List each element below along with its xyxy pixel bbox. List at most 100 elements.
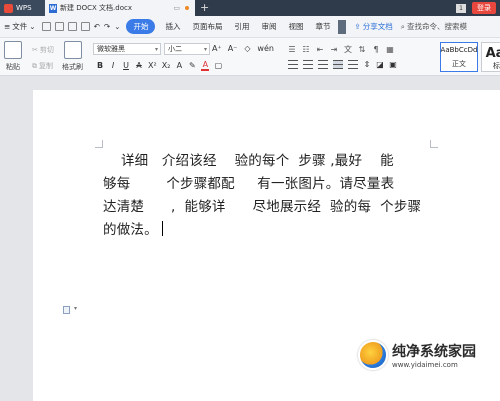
font-name-select[interactable]: 微软雅黑 ▾ — [93, 43, 161, 55]
align-center-icon[interactable] — [303, 60, 313, 69]
redo-icon[interactable]: ↷ — [104, 22, 110, 31]
shrink-font-icon[interactable]: A⁻ — [228, 44, 238, 53]
tab-start[interactable]: 开始 — [126, 19, 156, 34]
text-line: 够每 个步骤都配 有一张图片。请尽量表 — [103, 176, 395, 192]
tab-wps-home[interactable]: WPS — [0, 0, 45, 16]
quick-access-more-icon[interactable]: ⌄ — [114, 22, 120, 31]
strikethrough-button[interactable]: A — [135, 61, 143, 70]
underline-button[interactable]: U — [122, 61, 130, 70]
text-effect-button[interactable]: A — [175, 61, 183, 70]
style-normal[interactable]: AaBbCcDd 正文 — [440, 42, 478, 72]
paste-label: 粘贴 — [6, 63, 20, 71]
bold-button[interactable]: B — [96, 61, 104, 70]
new-tab-button[interactable]: + — [200, 1, 209, 14]
clear-format-icon[interactable]: ◇ — [243, 44, 251, 53]
chinese-layout-icon[interactable]: 文 — [344, 44, 352, 55]
undo-icon[interactable]: ↶ — [94, 22, 100, 31]
title-bar: WPS W 新建 DOCX 文档.docx ▭ + 1 登录 — [0, 0, 500, 16]
watermark-title: 纯净系统家园 — [392, 344, 476, 360]
border-icon[interactable]: ▣ — [389, 60, 397, 69]
copy-button[interactable]: ⧉ 复制 — [32, 61, 53, 71]
share-icon: ⇪ — [354, 22, 361, 31]
show-marks-icon[interactable]: ¶ — [372, 45, 380, 54]
font-name-value: 微软雅黑 — [97, 45, 125, 53]
pinyin-icon[interactable]: wén — [257, 44, 274, 53]
file-menu[interactable]: ≡ 文件 ⌄ — [0, 21, 40, 32]
login-button[interactable]: 登录 — [472, 2, 496, 14]
wps-logo-icon — [4, 3, 13, 13]
site-logo-icon — [358, 340, 388, 370]
align-right-icon[interactable] — [318, 60, 328, 69]
style-normal-sample: AaBbCcDd — [440, 46, 478, 54]
tab-chapter[interactable]: 章节 — [309, 21, 336, 32]
text-line: 详细 介绍该经 验的每个 步骤 ,最好 能 — [103, 153, 394, 169]
copy-icon: ⧉ — [32, 61, 37, 70]
export-pdf-icon[interactable] — [54, 22, 64, 31]
hamburger-icon: ≡ — [4, 22, 11, 31]
copy-label: 复制 — [39, 62, 53, 70]
menu-bar: ≡ 文件 ⌄ ↶ ↷ ⌄ 开始 插入 页面布局 引用 审阅 视图 章节 ⇪ 分享… — [0, 16, 500, 38]
subscript-button[interactable]: X₂ — [162, 61, 171, 70]
sort-icon[interactable]: ⇅ — [358, 45, 366, 54]
paragraph-menu-icon[interactable]: ▾ — [74, 305, 77, 312]
format-painter-button[interactable]: 格式刷 — [62, 41, 83, 72]
margin-corner-top-right — [430, 140, 438, 148]
text-line: 达清楚 , 能够详 尽地展示经 验的每 个步骤 — [103, 199, 422, 215]
char-border-icon[interactable]: ▢ — [214, 61, 223, 70]
tab-view[interactable]: 视图 — [282, 21, 309, 32]
share-document-button[interactable]: ⇪ 分享文档 — [354, 21, 392, 32]
paste-button[interactable]: 粘贴 — [4, 41, 22, 72]
share-label: 分享文档 — [362, 22, 393, 31]
tab-monitor-icon[interactable]: ▭ — [173, 4, 180, 12]
style-normal-label: 正文 — [452, 60, 466, 68]
bullet-list-icon[interactable]: ☰ — [288, 45, 296, 54]
tab-page-layout[interactable]: 页面布局 — [186, 21, 228, 32]
superscript-button[interactable]: X² — [148, 61, 157, 70]
text-line-last: 的做法。 — [103, 219, 438, 242]
search-icon: ⌕ — [400, 21, 405, 31]
command-search[interactable]: ⌕ 查找命令、搜索模 — [401, 21, 467, 32]
tab-document[interactable]: W 新建 DOCX 文档.docx ▭ — [45, 0, 195, 16]
tab-insert[interactable]: 插入 — [159, 21, 186, 32]
paste-icon — [4, 41, 22, 59]
justify-icon[interactable] — [333, 60, 343, 69]
tab-review[interactable]: 审阅 — [255, 21, 282, 32]
text-cursor — [161, 221, 163, 236]
format-painter-label: 格式刷 — [62, 63, 83, 71]
save-icon[interactable] — [41, 22, 51, 31]
line-spacing-icon[interactable]: ⇕ — [363, 60, 371, 69]
watermark-logo: 纯净系统家园 www.yidaimei.com — [358, 340, 476, 370]
more-tabs-button[interactable] — [338, 19, 347, 34]
print-preview-icon[interactable] — [80, 22, 90, 31]
watermark-url: www.yidaimei.com — [392, 361, 458, 369]
font-size-value: 小二 — [168, 45, 182, 53]
distributed-icon[interactable] — [348, 60, 358, 69]
numbered-list-icon[interactable]: ☷ — [302, 45, 310, 54]
format-painter-icon — [63, 41, 82, 59]
shading-icon[interactable]: ◪ — [376, 60, 384, 69]
font-size-select[interactable]: 小二 ▾ — [164, 43, 210, 55]
table-icon[interactable]: ▦ — [386, 45, 394, 54]
tab-document-label: 新建 DOCX 文档.docx — [60, 4, 132, 12]
print-icon[interactable] — [67, 22, 77, 31]
style-heading[interactable]: AaB 标题 — [481, 42, 500, 72]
increase-indent-icon[interactable]: ⇥ — [330, 45, 338, 54]
tab-wps-label: WPS — [16, 4, 32, 12]
window-count-badge[interactable]: 1 — [456, 3, 466, 13]
decrease-indent-icon[interactable]: ⇤ — [316, 45, 324, 54]
highlight-icon[interactable]: ✎ — [188, 61, 196, 70]
cut-button[interactable]: ✂ 剪切 — [32, 45, 54, 55]
paragraph-handle-icon[interactable] — [63, 306, 70, 314]
file-menu-label: 文件 — [12, 22, 28, 31]
scissors-icon: ✂ — [32, 46, 38, 54]
align-left-icon[interactable] — [288, 60, 298, 69]
grow-font-icon[interactable]: A⁺ — [212, 44, 222, 53]
italic-button[interactable]: I — [109, 61, 117, 70]
cut-label: 剪切 — [39, 46, 54, 54]
word-doc-icon: W — [49, 3, 57, 13]
text-line-content: 的做法。 — [103, 222, 158, 238]
tab-references[interactable]: 引用 — [228, 21, 255, 32]
font-color-button[interactable]: A — [201, 60, 210, 71]
style-heading-sample: AaB — [485, 46, 500, 61]
document-body[interactable]: 详细 介绍该经 验的每个 步骤 ,最好 能够每 个步骤都配 有一张图片。请尽量表… — [103, 150, 438, 242]
